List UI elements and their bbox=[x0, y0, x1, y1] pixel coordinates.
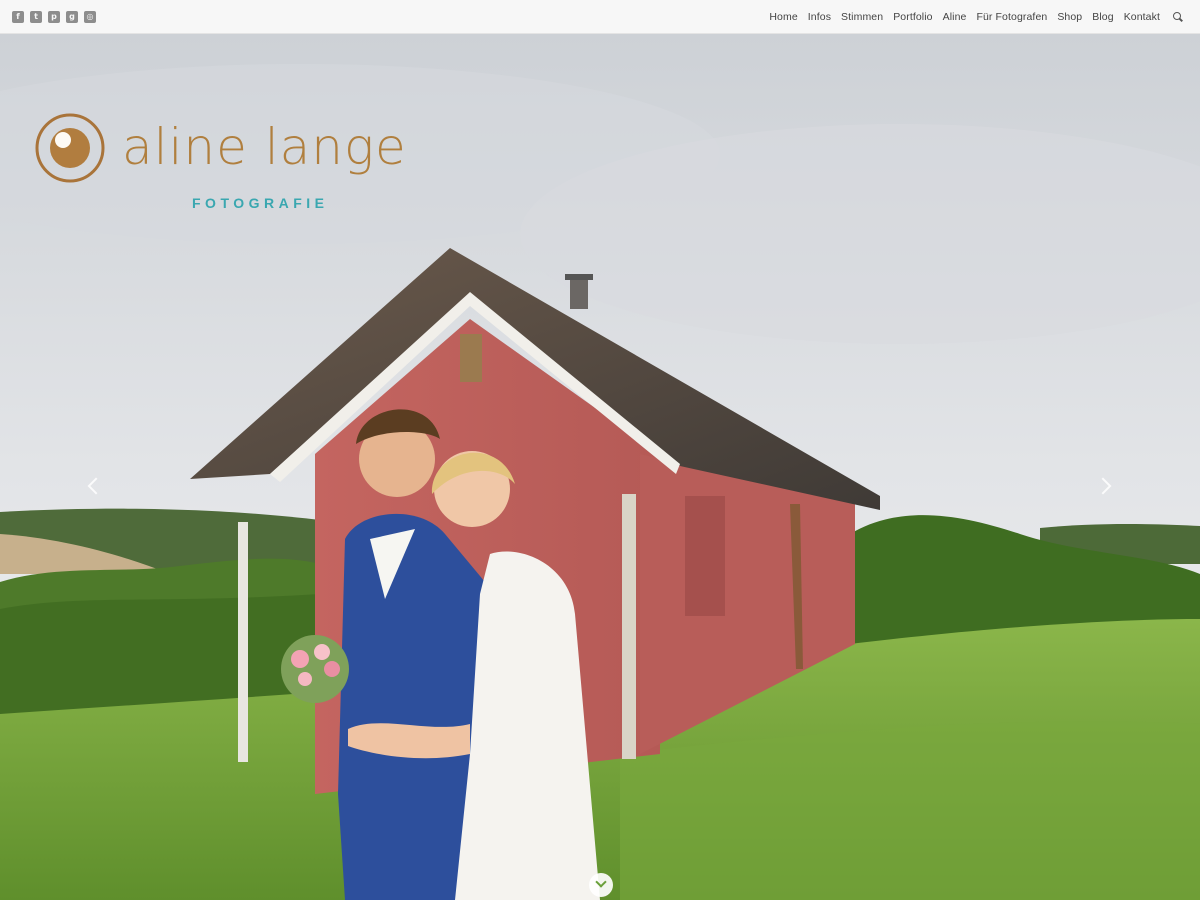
nav-stimmen[interactable]: Stimmen bbox=[841, 11, 883, 23]
top-bar: f t p g ◎ Home Infos Stimmen Portfolio A… bbox=[0, 0, 1200, 34]
site-logo[interactable]: aline lange FOTOGRAFIE bbox=[34, 112, 434, 222]
pinterest-icon[interactable]: p bbox=[48, 10, 60, 23]
chevron-left-icon bbox=[87, 477, 105, 495]
nav-kontakt[interactable]: Kontakt bbox=[1124, 11, 1160, 23]
main-navigation: Home Infos Stimmen Portfolio Aline Für F… bbox=[769, 11, 1188, 23]
nav-home[interactable]: Home bbox=[769, 11, 797, 23]
slider-next-button[interactable] bbox=[1094, 474, 1113, 498]
nav-portfolio[interactable]: Portfolio bbox=[893, 11, 932, 23]
instagram-icon[interactable]: ◎ bbox=[84, 10, 96, 23]
logo-name: aline lange bbox=[122, 118, 407, 176]
social-links: f t p g ◎ bbox=[12, 10, 96, 23]
chevron-down-icon bbox=[595, 876, 607, 888]
hero-slider: aline lange FOTOGRAFIE bbox=[0, 34, 1200, 900]
chevron-right-icon bbox=[1094, 477, 1112, 495]
nav-fuer-fotografen[interactable]: Für Fotografen bbox=[976, 11, 1047, 23]
facebook-icon[interactable]: f bbox=[12, 10, 24, 23]
slider-prev-button[interactable] bbox=[86, 474, 105, 498]
twitter-icon[interactable]: t bbox=[30, 10, 42, 23]
nav-infos[interactable]: Infos bbox=[808, 11, 831, 23]
search-icon[interactable] bbox=[1172, 11, 1184, 23]
google-plus-icon[interactable]: g bbox=[66, 10, 78, 23]
eye-logo-icon bbox=[35, 113, 105, 183]
logo-subtitle: FOTOGRAFIE bbox=[192, 195, 329, 211]
nav-blog[interactable]: Blog bbox=[1092, 11, 1113, 23]
scroll-down-button[interactable] bbox=[589, 873, 613, 897]
nav-shop[interactable]: Shop bbox=[1057, 11, 1082, 23]
nav-aline[interactable]: Aline bbox=[943, 11, 967, 23]
